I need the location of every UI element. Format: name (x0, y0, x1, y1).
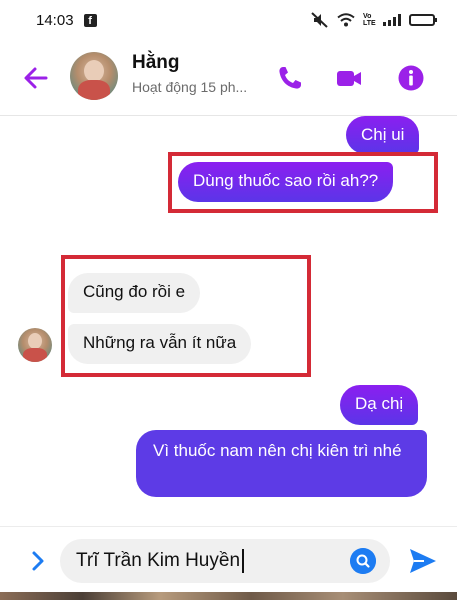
message-outgoing[interactable]: Dạ chị (340, 385, 419, 425)
message-input[interactable]: Trĩ Trần Kim Huyền (60, 539, 390, 583)
contact-avatar[interactable] (70, 52, 118, 100)
chat-header: Hằng Hoạt động 15 ph... (0, 40, 457, 116)
video-camera-icon[interactable] (335, 64, 363, 92)
info-icon[interactable] (397, 64, 425, 92)
contact-name[interactable]: Hằng (132, 52, 180, 74)
photo-edge (0, 592, 457, 600)
facebook-notification-icon: f (83, 13, 97, 27)
sender-avatar[interactable] (18, 328, 52, 362)
message-outgoing[interactable]: Vì thuốc nam nên chị kiên trì nhé (136, 430, 427, 497)
message-input-value: Trĩ Trần Kim Huyền (76, 550, 241, 571)
status-time: 14:03 (36, 11, 74, 29)
status-bar: 14:03 f Vo LTE (0, 0, 457, 40)
wifi-icon (337, 13, 355, 27)
signal-icon (383, 14, 401, 26)
message-text: Chị ui (361, 125, 405, 144)
message-text: Cũng đo rồi e (83, 282, 186, 301)
message-incoming[interactable]: Những ra vẫn ít nữa (68, 324, 252, 364)
message-outgoing[interactable]: Dùng thuốc sao rồi ah?? (178, 162, 394, 202)
search-icon[interactable] (350, 548, 376, 574)
status-right: Vo LTE (311, 12, 437, 28)
phone-icon[interactable] (276, 64, 304, 92)
contact-status: Hoạt động 15 ph... (132, 79, 248, 95)
status-left: 14:03 f (36, 12, 97, 29)
battery-icon (409, 14, 437, 26)
message-text: Những ra vẫn ít nữa (83, 333, 237, 352)
text-caret (242, 549, 245, 573)
message-outgoing[interactable]: Chị ui (346, 116, 420, 154)
message-text: Vì thuốc nam nên chị kiên trì nhé (153, 441, 402, 460)
message-text: Dùng thuốc sao rồi ah?? (193, 171, 379, 190)
chevron-right-icon[interactable] (27, 549, 49, 573)
network-label: Vo LTE (363, 13, 376, 27)
message-text: Dạ chị (355, 394, 404, 413)
mute-icon (311, 12, 328, 28)
back-arrow-icon[interactable] (22, 64, 50, 92)
composer-bar: Trĩ Trần Kim Huyền (0, 526, 457, 592)
send-icon[interactable] (408, 547, 438, 575)
message-incoming[interactable]: Cũng đo rồi e (68, 273, 201, 313)
